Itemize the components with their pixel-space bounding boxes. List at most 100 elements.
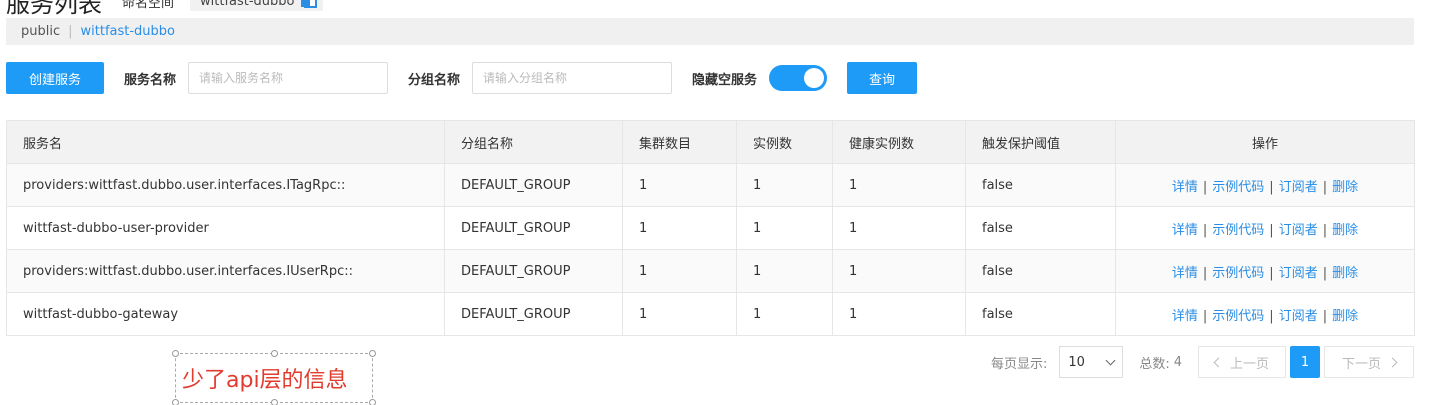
instance-count-cell: 1	[736, 292, 833, 336]
action-separator: |	[1202, 308, 1208, 324]
threshold-cell: false	[965, 249, 1116, 293]
detail-link[interactable]: 详情	[1172, 266, 1198, 281]
actions-cell: 详情 | 示例代码 | 订阅者 | 删除	[1115, 249, 1415, 293]
group-name-input[interactable]	[472, 62, 673, 94]
healthy-count-cell: 1	[832, 249, 966, 293]
column-header-threshold: 触发保护阈值	[965, 120, 1116, 164]
page-size-select[interactable]: 10	[1059, 346, 1124, 378]
namespace-separator: |	[68, 24, 73, 39]
total-label: 总数:	[1139, 356, 1170, 372]
sample-code-link[interactable]: 示例代码	[1212, 309, 1264, 324]
pagination: 每页显示: 10 总数: 4 上一页 1 下一页	[991, 346, 1414, 378]
namespace-tag-text: wittfast-dubbo	[200, 0, 295, 9]
actions-cell: 详情 | 示例代码 | 订阅者 | 删除	[1115, 292, 1415, 336]
service-name-label: 服务名称	[124, 72, 177, 88]
threshold-cell: false	[965, 206, 1116, 250]
table-header-row: 服务名 分组名称 集群数目 实例数 健康实例数 触发保护阈值 操作	[6, 120, 1415, 164]
prev-page-label: 上一页	[1229, 356, 1269, 372]
action-separator: |	[1269, 222, 1274, 238]
namespace-tag: wittfast-dubbo	[190, 0, 323, 11]
threshold-cell: false	[965, 163, 1116, 207]
column-header-healthy-count: 健康实例数	[832, 120, 966, 164]
actions-cell: 详情 | 示例代码 | 订阅者 | 删除	[1115, 163, 1415, 207]
sample-code-link[interactable]: 示例代码	[1212, 223, 1264, 238]
subscribers-link[interactable]: 订阅者	[1279, 266, 1318, 281]
detail-link[interactable]: 详情	[1172, 309, 1198, 324]
resize-handle[interactable]	[172, 399, 179, 405]
column-header-service-name: 服务名	[6, 120, 445, 164]
service-name-cell: wittfast-dubbo-user-provider	[6, 206, 445, 250]
annotation-box[interactable]: 少了api层的信息	[172, 350, 376, 405]
subscribers-link[interactable]: 订阅者	[1279, 223, 1318, 238]
service-name-cell: wittfast-dubbo-gateway	[6, 292, 445, 336]
service-name-input[interactable]	[188, 62, 389, 94]
delete-link[interactable]: 删除	[1332, 309, 1358, 324]
column-header-instance-count: 实例数	[736, 120, 833, 164]
service-name-cell: providers:wittfast.dubbo.user.interfaces…	[6, 163, 445, 207]
next-page-button[interactable]: 下一页	[1324, 346, 1414, 378]
sample-code-link[interactable]: 示例代码	[1212, 266, 1264, 281]
cluster-count-cell: 1	[622, 206, 737, 250]
threshold-cell: false	[965, 292, 1116, 336]
service-name-cell: providers:wittfast.dubbo.user.interfaces…	[6, 249, 445, 293]
per-page-label: 每页显示:	[990, 356, 1048, 372]
prev-page-button[interactable]: 上一页	[1198, 346, 1286, 378]
resize-handle[interactable]	[369, 350, 376, 357]
column-header-actions: 操作	[1115, 120, 1415, 164]
filter-toolbar: 创建服务 服务名称 分组名称 隐藏空服务 查询	[6, 62, 918, 94]
total-count: 4	[1173, 354, 1182, 370]
column-header-group-name: 分组名称	[444, 120, 623, 164]
healthy-count-cell: 1	[832, 206, 966, 250]
namespace-item-wittfast-dubbo[interactable]: wittfast-dubbo	[81, 24, 176, 39]
resize-handle[interactable]	[271, 399, 278, 405]
group-name-label: 分组名称	[408, 72, 461, 88]
group-name-cell: DEFAULT_GROUP	[444, 206, 623, 250]
detail-link[interactable]: 详情	[1172, 180, 1198, 195]
resize-handle[interactable]	[172, 350, 179, 357]
page-number-current[interactable]: 1	[1290, 346, 1320, 378]
healthy-count-cell: 1	[832, 163, 966, 207]
table-row: wittfast-dubbo-user-provider DEFAULT_GRO…	[6, 206, 1415, 250]
actions-cell: 详情 | 示例代码 | 订阅者 | 删除	[1115, 206, 1415, 250]
table-row: wittfast-dubbo-gateway DEFAULT_GROUP 1 1…	[6, 292, 1415, 336]
chevron-right-icon	[1387, 357, 1398, 367]
cluster-count-cell: 1	[622, 249, 737, 293]
query-button[interactable]: 查询	[847, 62, 918, 94]
toggle-knob	[804, 68, 825, 88]
instance-count-cell: 1	[736, 163, 833, 207]
column-header-cluster-count: 集群数目	[622, 120, 737, 164]
action-separator: |	[1202, 179, 1208, 195]
page-header: 服务列表 命名空间 wittfast-dubbo	[0, 0, 323, 18]
action-separator: |	[1322, 222, 1328, 238]
delete-link[interactable]: 删除	[1332, 180, 1358, 195]
subscribers-link[interactable]: 订阅者	[1279, 180, 1318, 195]
cluster-count-cell: 1	[622, 163, 737, 207]
annotation-text: 少了api层的信息	[182, 368, 348, 393]
sample-code-link[interactable]: 示例代码	[1212, 180, 1264, 195]
page-size-value: 10	[1068, 354, 1085, 370]
hide-empty-label: 隐藏空服务	[692, 72, 758, 88]
action-separator: |	[1202, 265, 1208, 281]
create-service-button[interactable]: 创建服务	[6, 62, 104, 94]
hide-empty-toggle[interactable]	[769, 65, 828, 91]
instance-count-cell: 1	[736, 249, 833, 293]
action-separator: |	[1269, 308, 1274, 324]
resize-handle[interactable]	[369, 399, 376, 405]
namespace-bar: public | wittfast-dubbo	[6, 18, 1414, 45]
action-separator: |	[1322, 179, 1328, 195]
detail-link[interactable]: 详情	[1172, 223, 1198, 238]
subscribers-link[interactable]: 订阅者	[1279, 309, 1318, 324]
namespace-item-public[interactable]: public	[21, 24, 60, 39]
page-title: 服务列表	[6, 0, 102, 18]
instance-count-cell: 1	[736, 206, 833, 250]
resize-handle[interactable]	[271, 350, 278, 357]
action-separator: |	[1269, 265, 1274, 281]
copy-icon[interactable]	[300, 0, 317, 8]
table-row: providers:wittfast.dubbo.user.interfaces…	[6, 163, 1415, 207]
table-row: providers:wittfast.dubbo.user.interfaces…	[6, 249, 1415, 293]
cluster-count-cell: 1	[622, 292, 737, 336]
chevron-left-icon	[1213, 357, 1224, 367]
healthy-count-cell: 1	[832, 292, 966, 336]
delete-link[interactable]: 删除	[1332, 266, 1358, 281]
delete-link[interactable]: 删除	[1332, 223, 1358, 238]
